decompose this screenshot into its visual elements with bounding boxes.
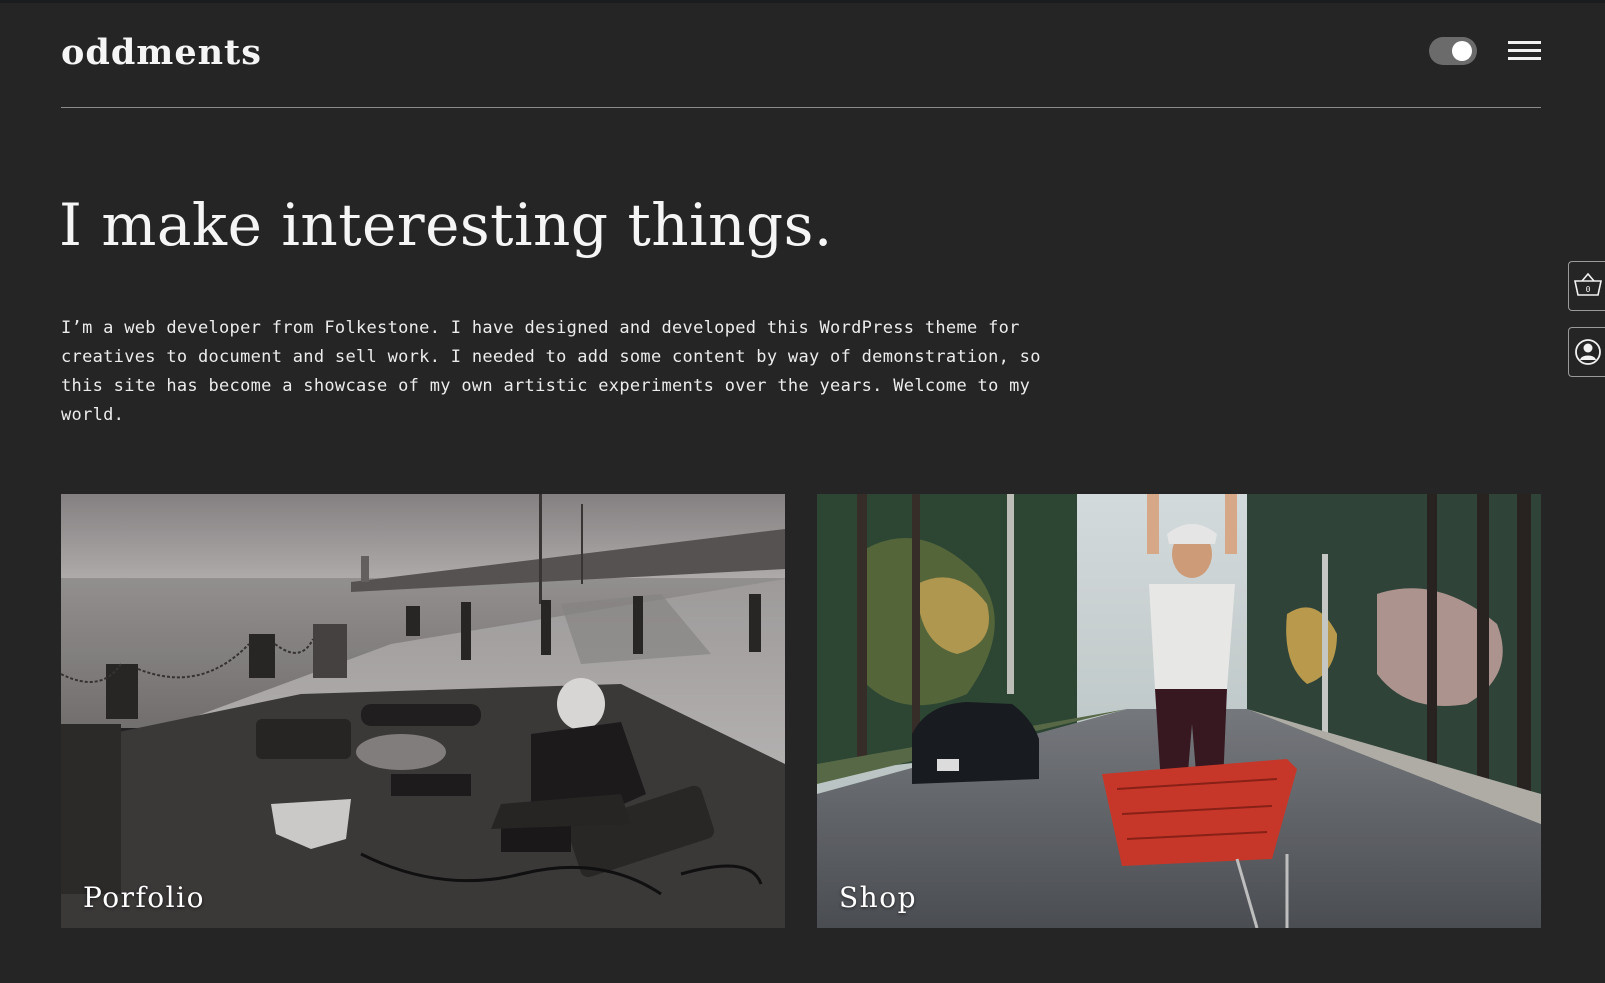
menu-bar — [1508, 49, 1541, 52]
portfolio-photo — [61, 494, 785, 928]
cart-count: 0 — [1586, 285, 1591, 294]
user-account-icon — [1575, 339, 1601, 365]
menu-bar — [1508, 41, 1541, 44]
portfolio-card-label: Porfolio — [83, 881, 205, 914]
page-headline: I make interesting things. — [59, 191, 833, 259]
site-title[interactable]: oddments — [61, 30, 262, 76]
shop-card[interactable]: Shop — [817, 494, 1541, 928]
shop-card-label: Shop — [839, 881, 917, 914]
theme-toggle-icon[interactable] — [1429, 37, 1477, 65]
portfolio-card[interactable]: Porfolio — [61, 494, 785, 928]
intro-paragraph: I’m a web developer from Folkestone. I h… — [61, 318, 1041, 425]
shop-photo — [817, 494, 1541, 928]
cart-tab[interactable]: 0 — [1568, 261, 1605, 311]
hamburger-menu-icon[interactable] — [1508, 40, 1541, 62]
site-header: oddments — [61, 0, 1541, 108]
account-tab[interactable] — [1568, 327, 1605, 377]
basket-icon: 0 — [1574, 272, 1602, 296]
toggle-knob — [1452, 41, 1472, 61]
menu-bar — [1508, 57, 1541, 60]
